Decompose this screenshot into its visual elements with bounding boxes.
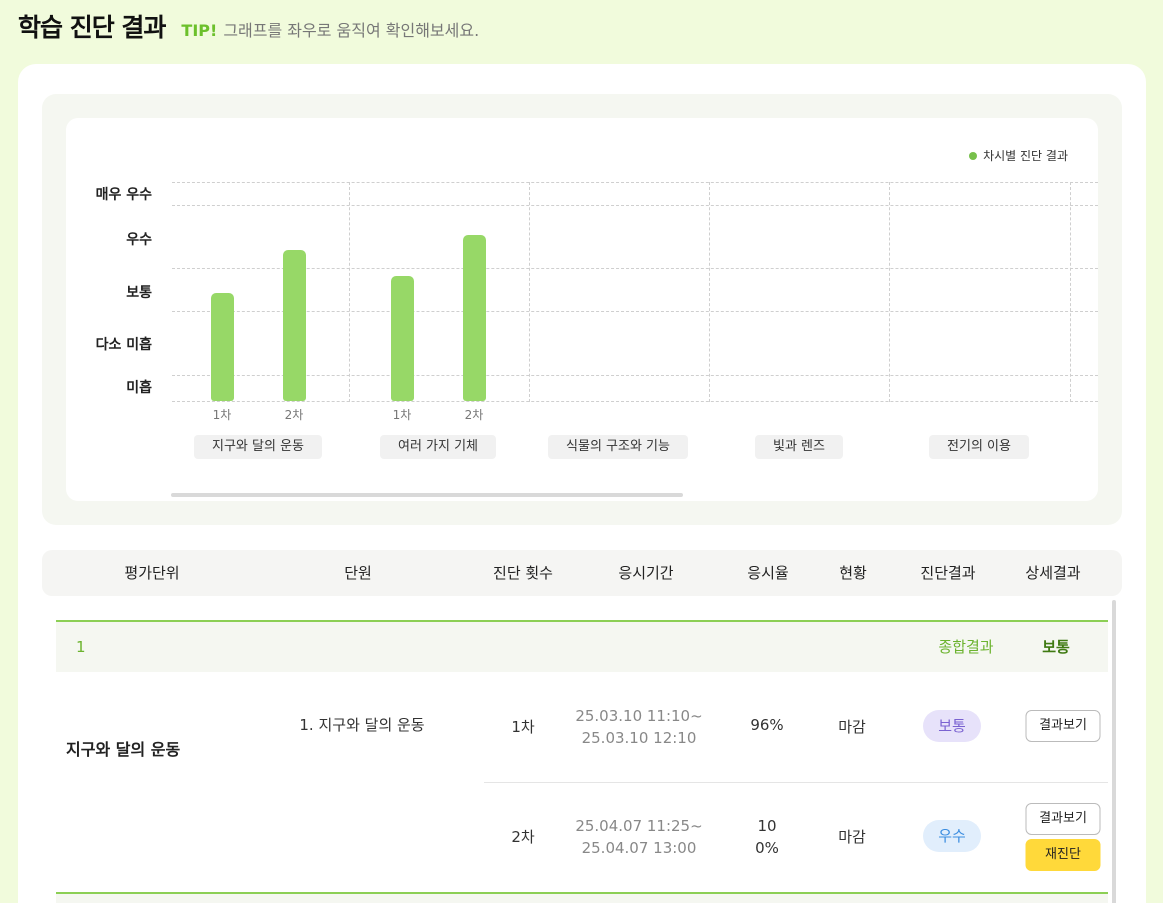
chapter-name: 1. 지구와 달의 운동 — [299, 716, 425, 734]
y-label-somewhat-poor: 다소 미흡 — [95, 337, 152, 353]
group-number: 1 — [76, 638, 86, 656]
col-header-rate: 응시율 — [747, 564, 789, 582]
group-summary-row: 1 종합결과 보통 — [56, 620, 1108, 672]
total-result-label: 종합결과 — [938, 638, 994, 656]
page-header: 학습 진단 결과 TIP! 그래프를 좌우로 움직여 확인해보세요. — [18, 8, 479, 42]
bar-round-label: 2차 — [284, 408, 304, 422]
legend-label: 차시별 진단 결과 — [983, 149, 1068, 163]
y-label-very-good: 매우 우수 — [95, 187, 152, 203]
period-start: 25.04.07 11:25~ — [575, 817, 703, 835]
rate-value-line1: 10 — [757, 817, 777, 835]
chart-horizontal-scrollbar[interactable] — [171, 493, 683, 497]
category-label: 지구와 달의 운동 — [194, 435, 322, 459]
rediagnose-button[interactable]: 재진단 — [1025, 839, 1101, 871]
chart-bar — [391, 276, 414, 401]
status-cell: 마감 — [838, 718, 866, 736]
status-cell: 마감 — [838, 828, 866, 846]
grid-line — [172, 268, 1098, 269]
col-header-detail: 상세결과 — [1025, 564, 1081, 582]
period-cell: 25.04.07 11:25~ 25.04.07 13:00 — [575, 815, 702, 859]
grid-divider — [529, 182, 530, 402]
grid-line — [172, 401, 1098, 402]
chart-area: 차시별 진단 결과 매우 우수 우수 보통 다소 미흡 미흡 지구와 달의 운동… — [42, 94, 1122, 525]
round-cell: 2차 — [511, 828, 535, 846]
next-group-row — [56, 894, 1108, 903]
result-badge: 우수 — [923, 820, 981, 852]
result-badge: 보통 — [923, 710, 981, 742]
chart-bar — [463, 235, 486, 401]
rate-value-line2: 0% — [755, 839, 779, 857]
chart-legend: 차시별 진단 결과 — [969, 147, 1068, 164]
rate-cell: 10 0% — [755, 815, 779, 859]
grid-line — [172, 311, 1098, 312]
row-divider — [484, 782, 1108, 783]
diagnosis-chart[interactable]: 차시별 진단 결과 매우 우수 우수 보통 다소 미흡 미흡 지구와 달의 운동… — [66, 118, 1098, 501]
tip-message: TIP! 그래프를 좌우로 움직여 확인해보세요. — [181, 17, 479, 41]
page-title: 학습 진단 결과 — [18, 13, 166, 42]
grid-line — [172, 375, 1098, 376]
legend-dot-icon — [969, 151, 978, 160]
grid-divider — [1070, 182, 1071, 402]
col-header-period: 응시기간 — [618, 564, 674, 582]
category-label: 여러 가지 기체 — [379, 435, 497, 459]
period-start: 25.03.10 11:10~ — [575, 707, 703, 725]
view-result-button[interactable]: 결과보기 — [1025, 803, 1101, 835]
category-label: 빛과 렌즈 — [755, 435, 843, 459]
chart-bar — [283, 250, 306, 401]
result-card: 차시별 진단 결과 매우 우수 우수 보통 다소 미흡 미흡 지구와 달의 운동… — [18, 64, 1146, 903]
grid-line — [172, 205, 1098, 206]
eval-unit-name: 지구와 달의 운동 — [66, 740, 181, 759]
col-header-round: 진단 횟수 — [493, 564, 553, 582]
chart-bar — [211, 293, 234, 401]
col-header-eval-unit: 평가단위 — [124, 564, 180, 582]
bar-round-label: 1차 — [212, 408, 232, 422]
table-vertical-scrollbar[interactable] — [1112, 600, 1116, 903]
col-header-chapter: 단원 — [344, 564, 372, 582]
period-end: 25.03.10 12:10 — [581, 729, 697, 747]
period-cell: 25.03.10 11:10~ 25.03.10 12:10 — [575, 705, 702, 749]
rate-value: 96% — [750, 716, 784, 734]
y-label-poor: 미흡 — [126, 380, 152, 396]
y-label-good: 우수 — [126, 232, 152, 248]
bar-round-label: 2차 — [464, 408, 484, 422]
grid-divider — [889, 182, 890, 402]
grid-line — [172, 182, 1098, 183]
rate-cell: 96% — [750, 716, 783, 734]
round-cell: 1차 — [511, 718, 535, 736]
tip-label: TIP! — [181, 21, 218, 40]
bar-round-label: 1차 — [392, 408, 412, 422]
view-result-button[interactable]: 결과보기 — [1025, 710, 1101, 742]
y-label-normal: 보통 — [126, 285, 152, 301]
table-header: 평가단위 단원 진단 횟수 응시기간 응시율 현황 진단결과 상세결과 — [42, 550, 1122, 596]
col-header-result: 진단결과 — [920, 564, 976, 582]
period-end: 25.04.07 13:00 — [581, 839, 697, 857]
grid-divider — [709, 182, 710, 402]
category-label: 전기의 이용 — [929, 435, 1029, 459]
tip-text: 그래프를 좌우로 움직여 확인해보세요. — [223, 21, 480, 40]
result-table: 1 종합결과 보통 지구와 달의 운동 1. 지구와 달의 운동 1차 25.0… — [56, 620, 1108, 903]
col-header-status: 현황 — [839, 564, 867, 582]
total-result-value: 보통 — [1042, 638, 1070, 656]
grid-divider — [349, 182, 350, 402]
category-label: 식물의 구조와 기능 — [548, 435, 688, 459]
